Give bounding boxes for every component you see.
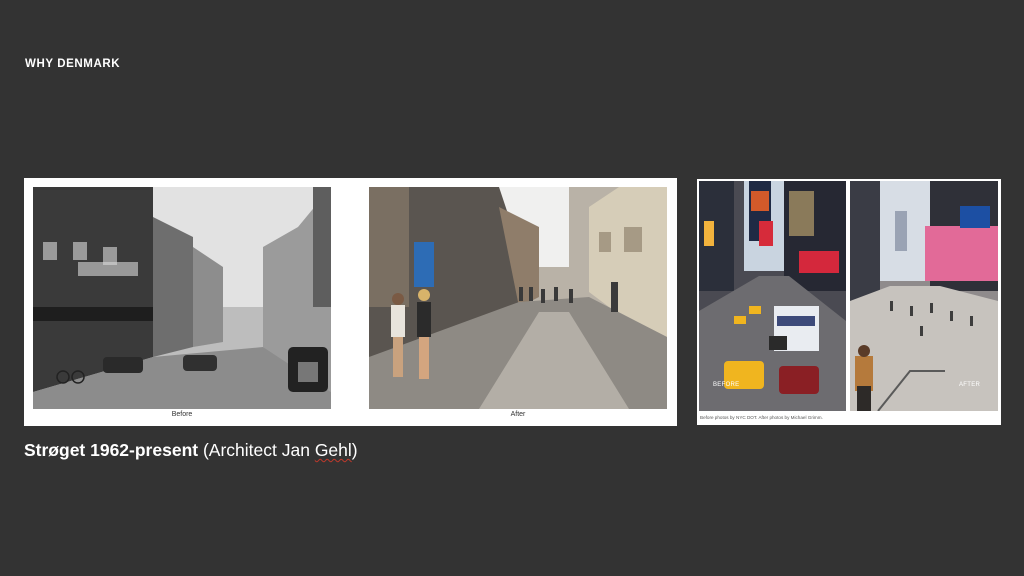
times-square-before-photo (699, 181, 846, 411)
photo-credit: Before photos by NYC DOT. After photos b… (700, 415, 823, 420)
caption-close-paren: ) (351, 440, 358, 460)
stroget-before-photo (33, 187, 331, 409)
times-square-after-label: AFTER (959, 382, 981, 388)
caption-architect-name: Gehl (314, 440, 352, 460)
before-caption: Before (171, 411, 193, 418)
times-square-comparison-panel: BEFORE AFTER Before photos by NYC DOT. A… (697, 179, 1001, 425)
stroget-comparison-panel: Before After (24, 178, 677, 426)
times-square-after-photo (850, 181, 998, 411)
slide-caption: Strøget 1962-present (Architect Jan Gehl… (24, 440, 358, 461)
after-caption: After (510, 411, 526, 418)
caption-architect-prefix: (Architect Jan (198, 440, 315, 460)
section-eyebrow: WHY DENMARK (25, 58, 121, 70)
stroget-after-photo (369, 187, 667, 409)
times-square-before-label: BEFORE (713, 382, 740, 388)
caption-street-name: Strøget 1962-present (24, 440, 199, 460)
